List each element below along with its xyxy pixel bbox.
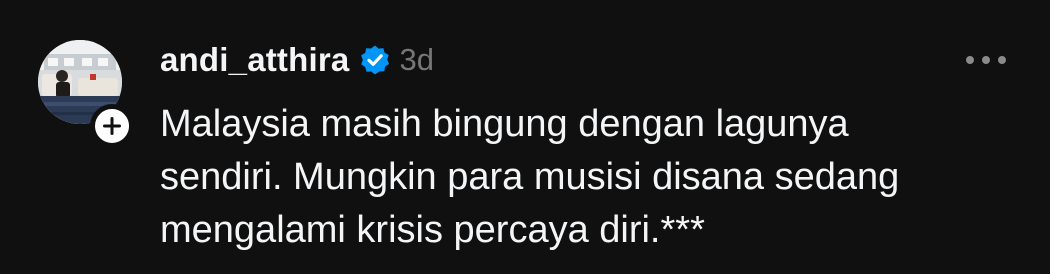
follow-button[interactable] <box>90 104 134 148</box>
more-options-button[interactable] <box>966 48 1006 72</box>
avatar-container <box>38 40 134 148</box>
more-horizontal-icon <box>966 56 974 64</box>
username[interactable]: andi_atthira <box>160 41 349 79</box>
post-header: andi_atthira 3d <box>160 36 434 84</box>
verified-badge-icon <box>359 44 391 76</box>
more-horizontal-icon <box>982 56 990 64</box>
post-timestamp: 3d <box>399 42 434 77</box>
post-text: Malaysia masih bingung dengan lagunya se… <box>160 103 900 251</box>
more-horizontal-icon <box>998 56 1006 64</box>
plus-icon <box>103 117 121 135</box>
thread-post: andi_atthira 3d Malaysia masih bingung d… <box>0 0 1050 274</box>
